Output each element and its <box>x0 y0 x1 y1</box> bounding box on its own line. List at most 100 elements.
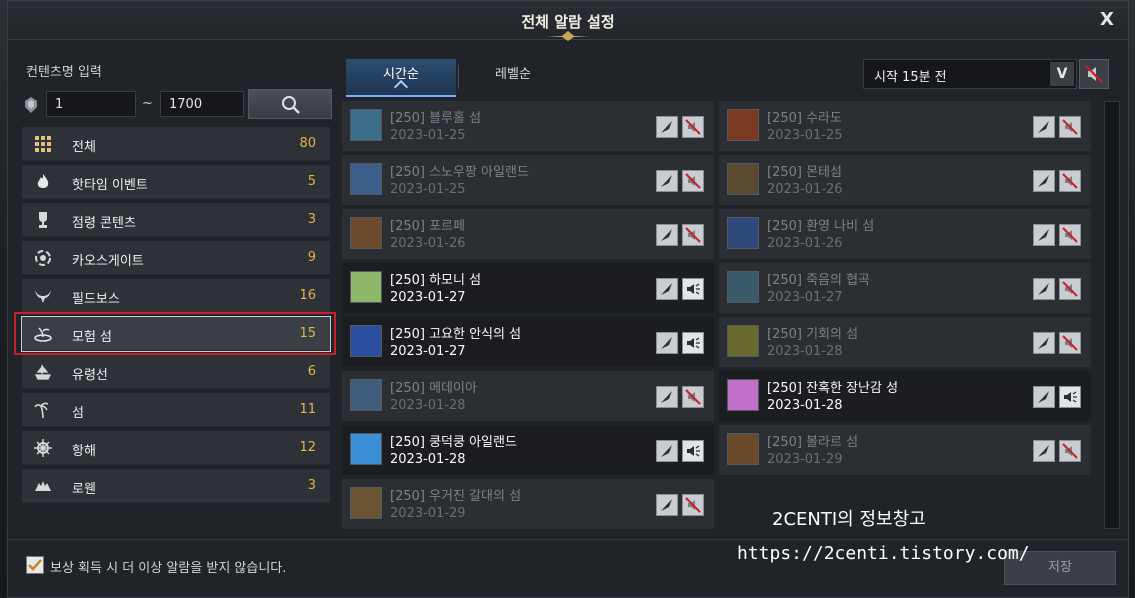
compass-button[interactable] <box>1033 440 1055 462</box>
island-name: [250] 스노우팡 아일랜드 <box>390 165 529 180</box>
mute-button[interactable] <box>1059 116 1081 138</box>
close-button[interactable]: X <box>1096 9 1118 31</box>
compass-button[interactable] <box>656 170 678 192</box>
list-item: [250] 블루홀 섬 2023-01-25 <box>342 101 714 151</box>
sound-button[interactable] <box>682 440 704 462</box>
compass-icon <box>1038 337 1049 349</box>
island-thumbnail <box>350 271 382 303</box>
level-to-input[interactable] <box>160 91 244 117</box>
category-chaos-gate[interactable]: 카오스게이트 9 <box>22 241 330 275</box>
helm-icon <box>34 439 52 457</box>
compass-button[interactable] <box>1033 386 1055 408</box>
compass-button[interactable] <box>1033 332 1055 354</box>
category-adventure-island[interactable]: 모험 섬 15 <box>14 312 336 355</box>
category-field-boss[interactable]: 필드보스 16 <box>22 279 330 313</box>
horns-icon <box>35 290 51 303</box>
compass-icon <box>661 337 672 349</box>
mute-button[interactable] <box>682 116 704 138</box>
mute-icon <box>685 119 701 135</box>
list-item: [250] 하모니 섬 2023-01-27 <box>342 263 714 313</box>
category-count: 9 <box>307 250 316 265</box>
category-label: 로웬 <box>72 482 96 497</box>
list-item: [250] 우거진 갈대의 섬 2023-01-29 <box>342 479 714 529</box>
mute-button[interactable] <box>682 170 704 192</box>
compass-button[interactable] <box>656 332 678 354</box>
list-item: [250] 죽음의 협곡 2023-01-27 <box>719 263 1091 313</box>
no-more-alarm-label: 보상 획득 시 더 이상 알람을 받지 않습니다. <box>50 561 287 576</box>
island-date: 2023-01-27 <box>767 290 843 305</box>
no-more-alarm-checkbox[interactable] <box>26 556 44 574</box>
compass-button[interactable] <box>656 224 678 246</box>
island-name: [250] 쿵덕쿵 아일랜드 <box>390 435 517 450</box>
category-label: 핫타임 이벤트 <box>72 178 148 193</box>
compass-icon <box>661 499 672 511</box>
alarm-time-select[interactable]: 시작 15분 전 V <box>863 59 1077 89</box>
mute-button[interactable] <box>1059 170 1081 192</box>
category-label: 모험 섬 <box>72 330 113 345</box>
compass-icon <box>1038 175 1049 187</box>
mute-button[interactable] <box>1059 224 1081 246</box>
sound-button[interactable] <box>1059 386 1081 408</box>
compass-button[interactable] <box>1033 170 1055 192</box>
mute-button[interactable] <box>1059 278 1081 300</box>
list-item: [250] 기회의 섬 2023-01-28 <box>719 317 1091 367</box>
compass-icon <box>1038 283 1049 295</box>
category-rowen[interactable]: 로웬 3 <box>22 469 330 503</box>
palm-icon <box>34 402 49 419</box>
compass-icon <box>661 391 672 403</box>
list-item: [250] 잔혹한 장난감 성 2023-01-28 <box>719 371 1091 421</box>
island-thumbnail <box>350 325 382 357</box>
category-label: 유령선 <box>72 368 108 383</box>
list-item: [250] 볼라르 섬 2023-01-29 <box>719 425 1091 475</box>
island-name: [250] 기회의 섬 <box>767 327 859 342</box>
sort-tabs: 시간순 레벨순 <box>346 59 556 97</box>
speaker-icon <box>687 283 700 295</box>
island-thumbnail <box>350 109 382 141</box>
tab-sort-by-level[interactable]: 레벨순 <box>458 59 568 95</box>
island-date: 2023-01-26 <box>767 236 843 251</box>
category-ghost-ship[interactable]: 유령선 6 <box>22 355 330 389</box>
list-scrollbar[interactable] <box>1104 101 1120 529</box>
island-thumbnail <box>727 325 759 357</box>
compass-button[interactable] <box>656 278 678 300</box>
island-alarm-list: [250] 블루홀 섬 2023-01-25 [250] 스노우팡 아일랜드 2… <box>342 101 1102 529</box>
category-occupation[interactable]: 점령 콘텐츠 3 <box>22 203 330 237</box>
sound-button[interactable] <box>682 278 704 300</box>
compass-icon <box>1038 229 1049 241</box>
fire-icon <box>37 174 49 188</box>
island-thumbnail <box>727 163 759 195</box>
category-all[interactable]: 전체 80 <box>22 127 330 161</box>
compass-button[interactable] <box>656 116 678 138</box>
compass-button[interactable] <box>1033 278 1055 300</box>
compass-button[interactable] <box>1033 116 1055 138</box>
mute-icon <box>685 389 701 405</box>
mute-icon <box>1062 227 1078 243</box>
tab-sort-by-time[interactable]: 시간순 <box>346 59 456 97</box>
category-label: 전체 <box>72 140 96 155</box>
compass-icon <box>1038 391 1049 403</box>
island-name: [250] 하모니 섬 <box>390 273 482 288</box>
island-icon <box>34 327 52 342</box>
search-button[interactable] <box>248 89 332 119</box>
mute-all-button[interactable] <box>1079 59 1109 89</box>
category-hottime-event[interactable]: 핫타임 이벤트 5 <box>22 165 330 199</box>
category-voyage[interactable]: 항해 12 <box>22 431 330 465</box>
mute-button[interactable] <box>682 494 704 516</box>
category-label: 항해 <box>72 444 96 459</box>
compass-button[interactable] <box>656 386 678 408</box>
category-island[interactable]: 섬 11 <box>22 393 330 427</box>
level-from-input[interactable] <box>46 91 136 117</box>
sound-button[interactable] <box>682 332 704 354</box>
compass-button[interactable] <box>656 494 678 516</box>
mute-button[interactable] <box>1059 440 1081 462</box>
island-name: [250] 몬테섬 <box>767 165 842 180</box>
category-count: 12 <box>299 440 316 455</box>
mute-button[interactable] <box>682 386 704 408</box>
vortex-icon <box>35 250 51 266</box>
compass-button[interactable] <box>656 440 678 462</box>
compass-button[interactable] <box>1033 224 1055 246</box>
island-date: 2023-01-28 <box>767 398 843 413</box>
mute-button[interactable] <box>1059 332 1081 354</box>
island-thumbnail <box>727 217 759 249</box>
mute-button[interactable] <box>682 224 704 246</box>
